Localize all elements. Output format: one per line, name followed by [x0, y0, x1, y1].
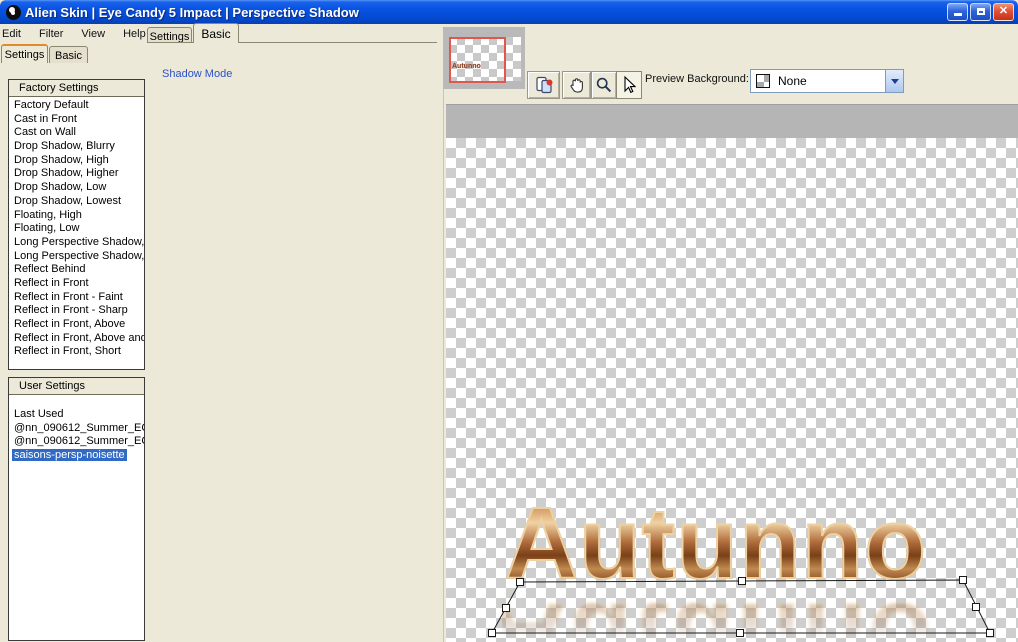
list-item[interactable]: Floating, Low	[12, 222, 144, 236]
left-tab-settings[interactable]: Settings	[1, 44, 48, 63]
canvas-text-autunno: Autunno	[504, 493, 985, 596]
menu-view[interactable]: View	[72, 24, 114, 45]
list-item[interactable]: Reflect in Front - Faint	[12, 291, 144, 305]
preview-background-value: None	[778, 74, 807, 88]
list-item[interactable]: Cast in Front	[12, 113, 144, 127]
preview-background-dropdown[interactable]: None	[750, 69, 904, 93]
minimize-button[interactable]	[947, 3, 968, 21]
zoom-tool-icon	[596, 77, 612, 93]
thumbnail-word: Autunno	[452, 63, 481, 70]
tab-basic[interactable]: Basic	[193, 23, 239, 43]
list-item[interactable]: Floating, High	[12, 209, 144, 223]
factory-settings-items: Factory Default Cast in Front Cast on Wall…	[9, 97, 144, 359]
select-arrow-icon	[624, 75, 637, 94]
list-item[interactable]: Drop Shadow, Low	[12, 181, 144, 195]
list-item[interactable]: Drop Shadow, Blurry	[12, 140, 144, 154]
list-item[interactable]: Reflect in Front, Above and	[12, 332, 144, 346]
close-button[interactable]: ✕	[993, 3, 1014, 21]
panel-separator	[443, 45, 444, 642]
transparency-swatch-icon	[756, 74, 770, 88]
title-bar: Alien Skin | Eye Candy 5 Impact | Perspe…	[0, 0, 1018, 24]
user-settings-list: User Settings Last Used @nn_090612_Summer…	[8, 377, 145, 641]
list-item[interactable]: Reflect in Front - Sharp	[12, 304, 144, 318]
preview-compare-button[interactable]	[527, 71, 560, 99]
hand-tool-button[interactable]	[562, 71, 591, 99]
factory-settings-header: Factory Settings	[9, 80, 144, 97]
list-item[interactable]: Last Used	[12, 408, 144, 422]
maximize-button[interactable]	[970, 3, 991, 21]
menu-filter[interactable]: Filter	[30, 24, 72, 45]
shadow-mode-label: Shadow Mode	[158, 68, 237, 80]
left-tab-basic[interactable]: Basic	[49, 46, 88, 63]
dropdown-arrow-button[interactable]	[885, 70, 903, 92]
preview-compare-icon	[535, 76, 552, 94]
list-item[interactable]: @nn_090612_Summer_EC5	[12, 422, 144, 436]
navigator-thumbnail[interactable]: Autunno	[443, 27, 525, 89]
list-item[interactable]: Cast on Wall	[12, 126, 144, 140]
alien-skin-logo-icon	[6, 4, 21, 20]
list-item[interactable]: saisons-persp-noisette	[12, 449, 144, 463]
window-title: Alien Skin | Eye Candy 5 Impact | Perspe…	[25, 4, 359, 20]
list-item[interactable]: Reflect in Front	[12, 277, 144, 291]
zoom-tool-button[interactable]	[591, 71, 617, 99]
menu-edit[interactable]: Edit	[0, 24, 30, 45]
hand-tool-icon	[570, 78, 583, 93]
list-item[interactable]: Drop Shadow, High	[12, 154, 144, 168]
user-settings-items: Last Used @nn_090612_Summer_EC5 @nn_090612…	[9, 395, 144, 463]
canvas-top-strip	[446, 104, 1018, 138]
list-item[interactable]: Long Perspective Shadow,	[12, 236, 144, 250]
user-settings-header: User Settings	[9, 378, 144, 395]
list-item[interactable]: Reflect in Front, Above	[12, 318, 144, 332]
preview-background-label: Preview Background:	[645, 73, 749, 85]
tab-settings[interactable]: Settings	[147, 27, 192, 43]
settings-panel	[147, 42, 437, 642]
list-item[interactable]: @nn_090612_Summer_EC5	[12, 435, 144, 449]
canvas-text-reflection-copy: Autunno	[502, 590, 994, 642]
thumbnail-view-rectangle[interactable]	[449, 37, 506, 83]
list-item[interactable]: Drop Shadow, Lowest	[12, 195, 144, 209]
canvas-text-reflection: Autunno	[502, 590, 997, 642]
select-tool-button[interactable]	[616, 71, 642, 99]
factory-settings-list: Factory Settings Factory Default Cast in …	[8, 79, 145, 370]
chevron-down-icon	[890, 78, 899, 84]
list-item[interactable]: Long Perspective Shadow,	[12, 250, 144, 264]
list-item[interactable]: Factory Default	[12, 99, 144, 113]
list-item[interactable]: Reflect in Front, Short	[12, 345, 144, 359]
list-item[interactable]: Drop Shadow, Higher	[12, 167, 144, 181]
list-item[interactable]: Reflect Behind	[12, 263, 144, 277]
